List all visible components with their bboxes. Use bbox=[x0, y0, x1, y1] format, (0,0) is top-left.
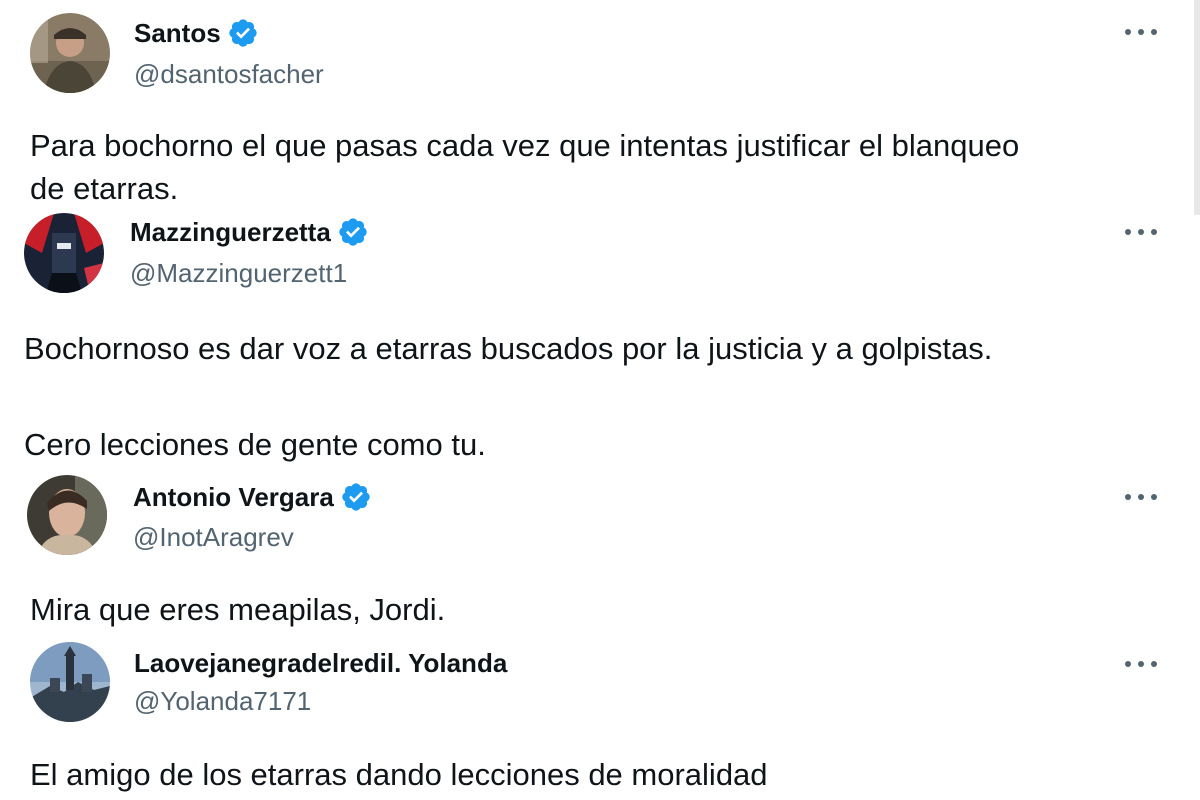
author-handle[interactable]: @Mazzinguerzett1 bbox=[130, 258, 347, 289]
reply-thread: Santos @dsantosfacher Para bochorno el q… bbox=[0, 0, 1200, 800]
robot-avatar-icon bbox=[24, 213, 104, 293]
tweet-santos[interactable]: Santos @dsantosfacher Para bochorno el q… bbox=[0, 0, 1200, 210]
author-name[interactable]: Laovejanegradelredil. Yolanda bbox=[134, 648, 507, 679]
tweet-text: Para bochorno el que pasas cada vez que … bbox=[30, 124, 1019, 210]
tweet-text-line: Cero lecciones de gente como tu. bbox=[24, 427, 486, 462]
author-name[interactable]: Santos bbox=[134, 18, 221, 49]
author-handle[interactable]: @dsantosfacher bbox=[134, 59, 324, 90]
author-handle[interactable]: @Yolanda7171 bbox=[134, 686, 311, 717]
tweet-text: Bochornoso es dar voz a etarras buscados… bbox=[24, 325, 992, 469]
author-name-row[interactable]: Antonio Vergara bbox=[133, 481, 372, 513]
verified-badge-icon[interactable] bbox=[337, 216, 369, 248]
avatar[interactable] bbox=[30, 642, 110, 722]
avatar[interactable] bbox=[24, 213, 104, 293]
more-options-icon bbox=[1125, 229, 1157, 235]
avatar[interactable] bbox=[30, 13, 110, 93]
user-avatar-photo-icon bbox=[30, 13, 110, 93]
author-name-row[interactable]: Mazzinguerzetta bbox=[130, 216, 369, 248]
tweet-text-line: de etarras. bbox=[30, 171, 179, 206]
author-name[interactable]: Antonio Vergara bbox=[133, 482, 334, 513]
tweet-antonio-vergara[interactable]: Antonio Vergara @InotAragrev Mira que er… bbox=[0, 475, 1200, 640]
author-name[interactable]: Mazzinguerzetta bbox=[130, 217, 331, 248]
tweet-text-line: Bochornoso es dar voz a etarras buscados… bbox=[24, 331, 993, 366]
author-name-row[interactable]: Santos bbox=[134, 17, 259, 49]
more-options-icon bbox=[1125, 494, 1157, 500]
tweet-text-line: El amigo de los etarras dando lecciones … bbox=[30, 757, 768, 792]
more-options-button[interactable] bbox=[1121, 222, 1161, 242]
tweet-text-line: Para bochorno el que pasas cada vez que … bbox=[30, 128, 1020, 163]
verified-badge-icon[interactable] bbox=[227, 17, 259, 49]
tweet-text: El amigo de los etarras dando lecciones … bbox=[30, 753, 768, 796]
tweet-text: Mira que eres meapilas, Jordi. bbox=[30, 588, 445, 631]
more-options-button[interactable] bbox=[1121, 654, 1161, 674]
avatar[interactable] bbox=[27, 475, 107, 555]
tweet-text-line bbox=[24, 373, 992, 421]
verified-badge-icon[interactable] bbox=[340, 481, 372, 513]
tweet-text-line: Mira que eres meapilas, Jordi. bbox=[30, 592, 446, 627]
more-options-button[interactable] bbox=[1121, 22, 1161, 42]
more-options-button[interactable] bbox=[1121, 487, 1161, 507]
more-options-icon bbox=[1125, 29, 1157, 35]
user-avatar-photo-icon bbox=[27, 475, 107, 555]
more-options-icon bbox=[1125, 661, 1157, 667]
tweet-mazzinguerzetta[interactable]: Mazzinguerzetta @Mazzinguerzett1 Bochorn… bbox=[0, 210, 1200, 475]
author-handle[interactable]: @InotAragrev bbox=[133, 522, 294, 553]
landscape-avatar-icon bbox=[30, 642, 110, 722]
author-name-row[interactable]: Laovejanegradelredil. Yolanda bbox=[134, 648, 507, 679]
tweet-yolanda[interactable]: Laovejanegradelredil. Yolanda @Yolanda71… bbox=[0, 640, 1200, 800]
